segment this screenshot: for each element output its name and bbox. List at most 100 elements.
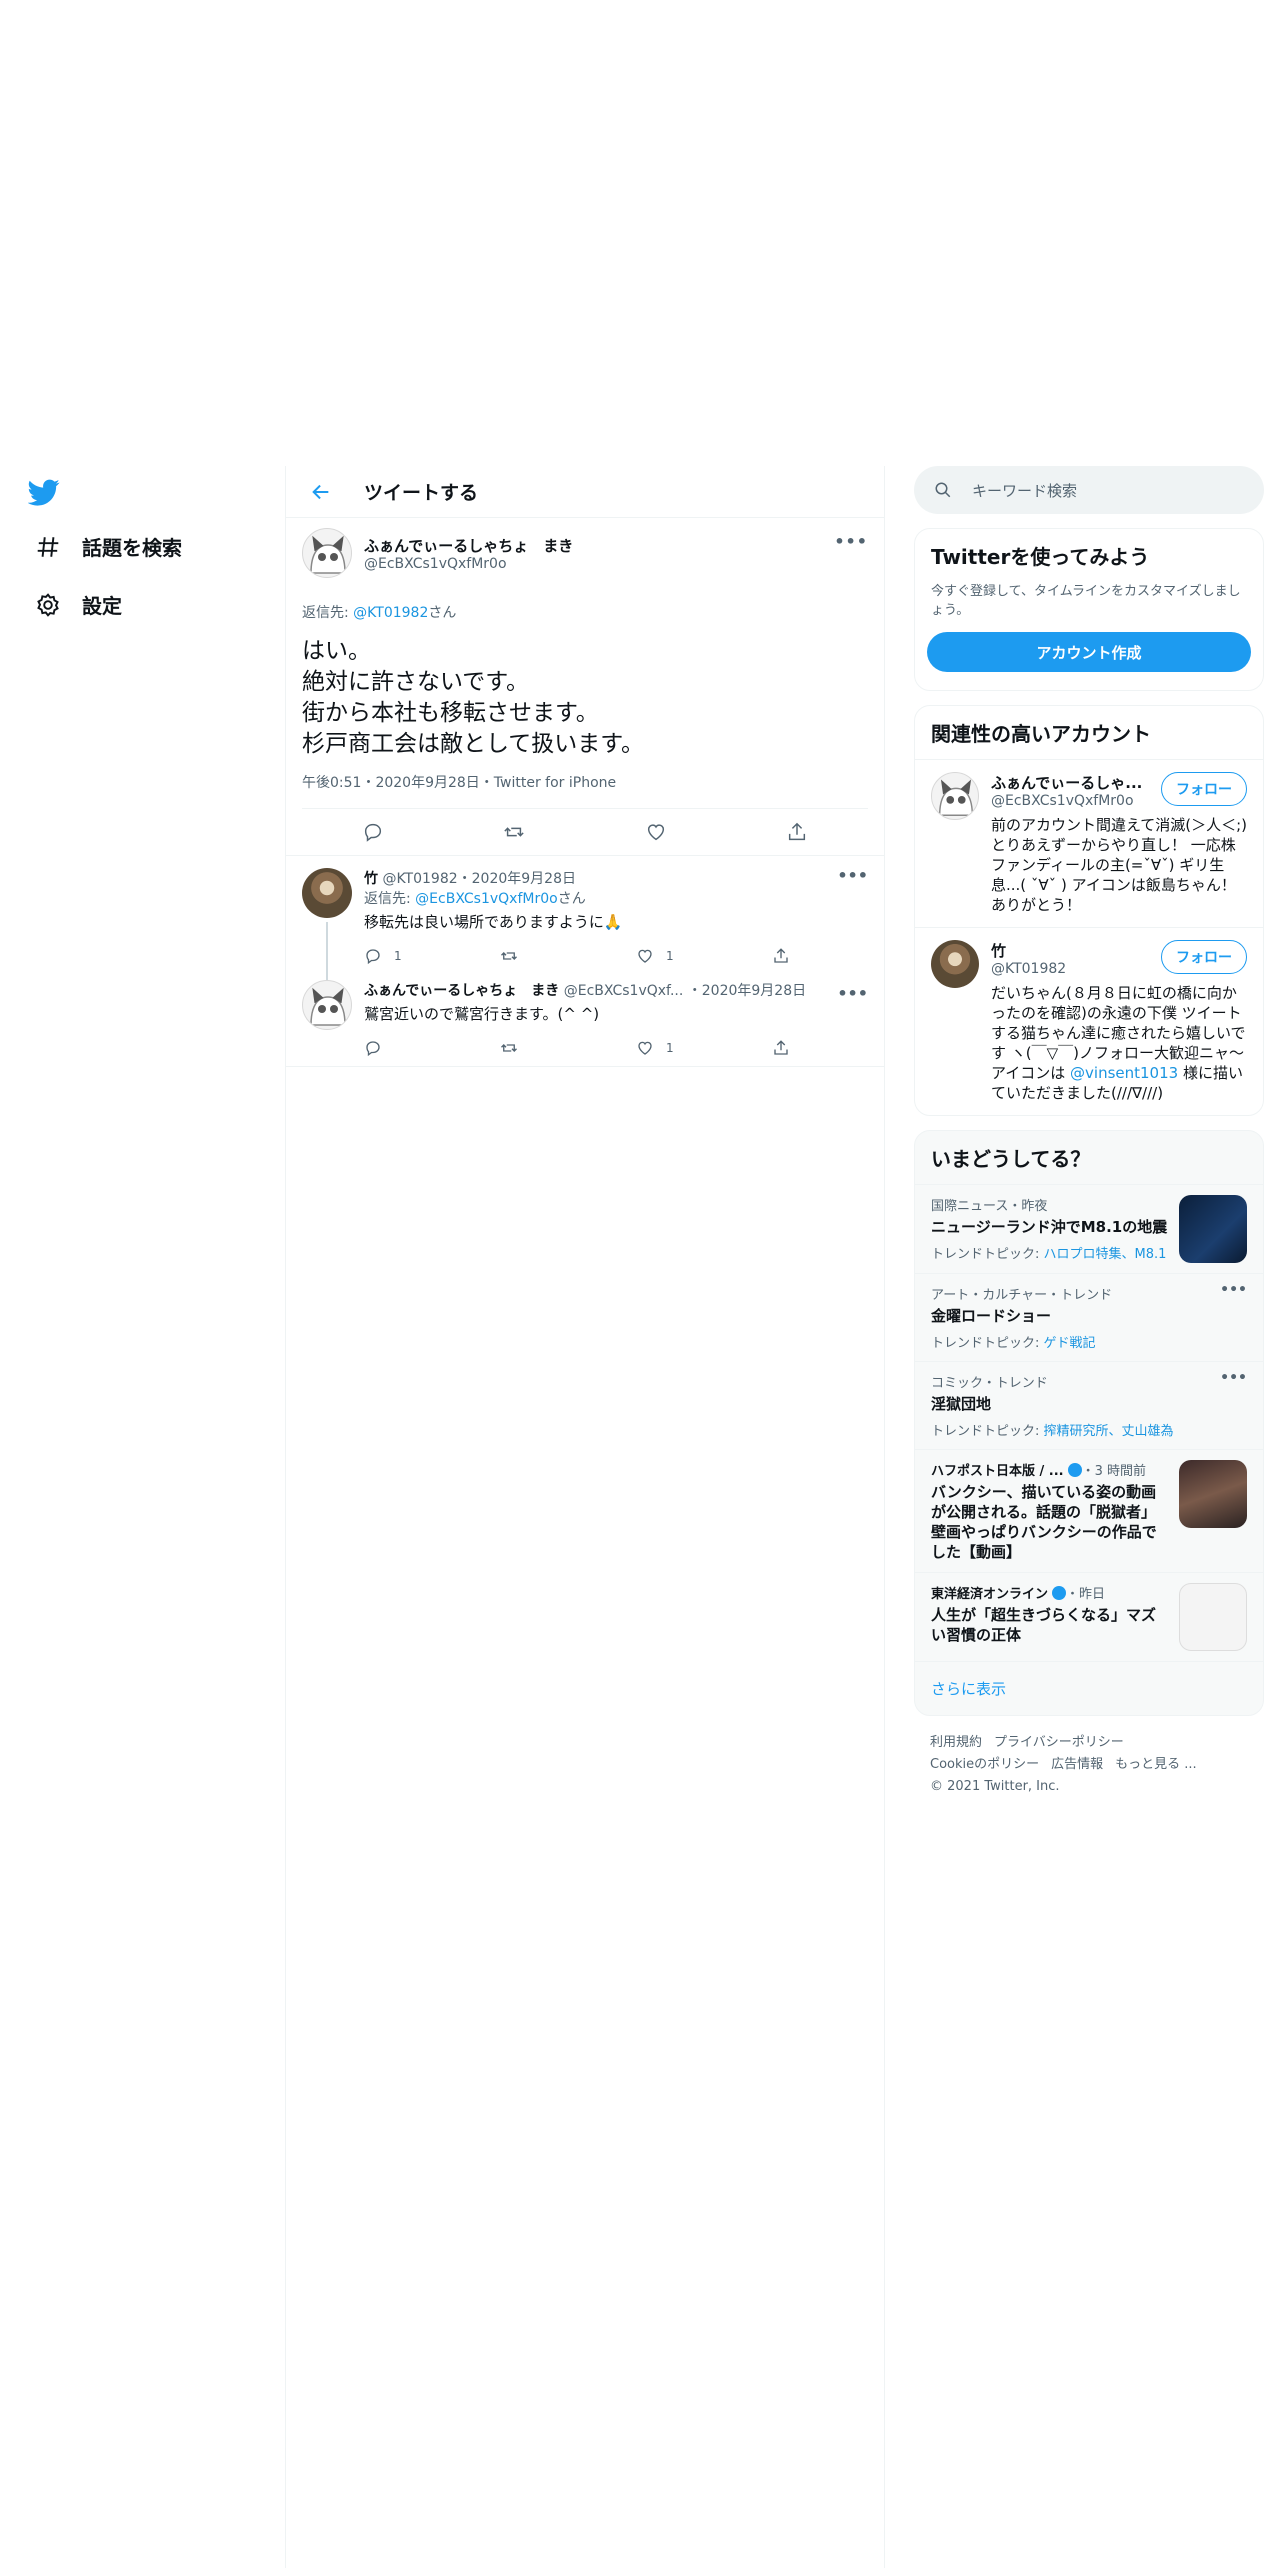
trend-image	[1179, 1583, 1247, 1651]
news-source: ハフポスト日本版 / ...	[931, 1464, 1064, 1479]
avatar[interactable]	[302, 980, 352, 1030]
like-icon	[638, 1041, 652, 1055]
cookie-link[interactable]: Cookieのポリシー	[930, 1757, 1039, 1772]
retweet-button[interactable]	[500, 947, 636, 965]
reply-tweet[interactable]: 竹 @KT01982・2020年9月28日 返信先: @EcBXCs1vQxfM…	[286, 856, 884, 1002]
like-icon[interactable]	[645, 821, 667, 843]
more-icon[interactable]: •••	[837, 984, 868, 1003]
tweet-actions: 1	[364, 1030, 908, 1066]
reply-icon[interactable]	[362, 821, 384, 843]
trend-item[interactable]: 東洋経済オンライン ・昨日 人生が「超生きづらくなる」マズい習慣の正体	[915, 1572, 1263, 1661]
trend-item[interactable]: 国際ニュース・昨夜 ニュージーランド沖でM8.1の地震 トレンドトピック: ハロ…	[915, 1184, 1263, 1273]
display-name[interactable]: ふぁんでぃーるしゃちょ まき	[364, 983, 559, 999]
reply-to-link[interactable]: @EcBXCs1vQxfMr0o	[415, 891, 558, 907]
retweet-button[interactable]	[500, 1039, 636, 1057]
news-time: ・昨日	[1066, 1587, 1106, 1602]
follow-button[interactable]: フォロー	[1161, 940, 1247, 974]
trend-topic-link[interactable]: ハロプロ特集、M8.1	[1044, 1247, 1167, 1262]
hashtag-icon	[34, 533, 62, 561]
share-icon[interactable]	[786, 821, 808, 843]
tweet-meta[interactable]: 午後0:51・2020年9月28日・Twitter for iPhone	[302, 772, 868, 809]
avatar[interactable]	[302, 528, 352, 578]
search-icon	[934, 481, 952, 499]
reply-button[interactable]	[364, 1039, 500, 1057]
show-more-link[interactable]: さらに表示	[915, 1661, 1263, 1715]
avatar[interactable]	[931, 940, 979, 988]
twitter-logo-icon[interactable]	[27, 476, 64, 510]
reply-suffix: さん	[557, 891, 586, 907]
verified-icon	[1052, 1586, 1067, 1600]
account-item[interactable]: 竹 @KT01982 だいちゃん(８月８日に虹の橋に向かったのを確認)の永遠の下…	[915, 927, 1263, 1115]
trend-item[interactable]: ハフポスト日本版 / ... ・3 時間前 バンクシー、描いている姿の動画が公開さ…	[915, 1449, 1263, 1572]
nav-settings[interactable]: 設定	[34, 590, 122, 619]
tweet-text: 鷲宮近いので鷲宮行きます。(^ ^)	[364, 1005, 600, 1023]
privacy-link[interactable]: プライバシーポリシー	[994, 1735, 1124, 1750]
back-arrow-icon[interactable]	[304, 475, 338, 509]
trend-sub: トレンドトピック: ハロプロ特集、M8.1	[931, 1243, 1169, 1262]
like-count: 1	[666, 949, 674, 963]
avatar[interactable]	[931, 772, 979, 820]
trend-sub-prefix: トレンドトピック:	[931, 1336, 1044, 1351]
share-button[interactable]	[772, 947, 908, 965]
reply-to-link[interactable]: @KT01982	[353, 605, 428, 621]
reply-context: 返信先: @EcBXCs1vQxfMr0oさん	[364, 888, 908, 908]
footer: 利用規約 プライバシーポリシー Cookieのポリシー 広告情報 もっと見る ... …	[914, 1716, 1264, 1814]
main-column: ツイートする ふぁんでぃーるしゃちょ まき @EcBXCs1vQxfMr0o •…	[285, 466, 885, 2568]
trend-item[interactable]: コミック・トレンド 淫獄団地 トレンドトピック: 搾精研究所、丈山雄為 •••	[915, 1361, 1263, 1449]
trend-meta: 東洋経済オンライン ・昨日	[931, 1583, 1169, 1602]
like-button[interactable]: 1	[636, 1039, 772, 1057]
display-name[interactable]: ふぁんでぃーるしゃちょ まき	[364, 535, 573, 556]
copyright: © 2021 Twitter, Inc.	[930, 1779, 1060, 1794]
share-button[interactable]	[772, 1039, 908, 1057]
trend-meta: ハフポスト日本版 / ... ・3 時間前	[931, 1460, 1169, 1479]
account-bio: だいちゃん(８月８日に虹の橋に向かったのを確認)の永遠の下僕 ツイートする猫ちゃ…	[991, 983, 1247, 1103]
username[interactable]: @EcBXCs1vQxf...	[564, 983, 684, 999]
news-time: ・3 時間前	[1081, 1464, 1147, 1479]
like-button[interactable]: 1	[636, 947, 772, 965]
retweet-icon	[501, 1044, 517, 1052]
trend-sub: トレンドトピック: 搾精研究所、丈山雄為	[931, 1420, 1247, 1439]
create-account-button[interactable]: アカウント作成	[927, 632, 1251, 672]
tweet-date[interactable]: ・2020年9月28日	[688, 983, 806, 999]
signup-title: Twitterを使ってみよう	[931, 545, 1150, 569]
trend-topic-link[interactable]: 搾精研究所、丈山雄為	[1044, 1424, 1174, 1439]
tweet-actions: 1 1	[364, 938, 908, 974]
retweet-icon[interactable]	[503, 821, 525, 843]
page-title: ツイートする	[364, 482, 479, 504]
display-name[interactable]: 竹	[364, 871, 378, 887]
nav-explore[interactable]: 話題を検索	[34, 532, 182, 561]
more-icon[interactable]: •••	[1220, 1370, 1247, 1386]
bio-mention-link[interactable]: @vinsent1013	[1070, 1064, 1178, 1082]
username[interactable]: @EcBXCs1vQxfMr0o	[364, 556, 573, 572]
search-bar[interactable]: キーワード検索	[914, 466, 1264, 514]
related-title: 関連性の高いアカウント	[931, 722, 1151, 746]
signup-text: 今すぐ登録して、タイムラインをカスタマイズしましょう。	[931, 584, 1241, 618]
news-source: 東洋経済オンライン	[931, 1587, 1049, 1602]
trend-topic-link[interactable]: ゲド戦記	[1044, 1336, 1096, 1351]
account-item[interactable]: ふぁんでぃーるしゃ... @EcBXCs1vQxfMr0o 前のアカウント間違え…	[915, 759, 1263, 927]
terms-link[interactable]: 利用規約	[930, 1735, 982, 1750]
ads-link[interactable]: 広告情報	[1051, 1757, 1103, 1772]
reply-prefix: 返信先:	[364, 891, 416, 907]
reply-tweet[interactable]: ふぁんでぃーるしゃちょ まき @EcBXCs1vQxf... ・2020年9月2…	[286, 974, 884, 1067]
main-tweet: ふぁんでぃーるしゃちょ まき @EcBXCs1vQxfMr0o ••• 返信先:…	[286, 518, 884, 856]
signup-card: Twitterを使ってみよう 今すぐ登録して、タイムラインをカスタマイズしましょ…	[914, 528, 1264, 691]
reply-count: 1	[394, 949, 402, 963]
tweet-actions	[302, 809, 868, 855]
more-link[interactable]: もっと見る ...	[1115, 1757, 1197, 1772]
trend-title: ニュージーランド沖でM8.1の地震	[931, 1218, 1168, 1236]
more-icon[interactable]: •••	[1220, 1282, 1247, 1298]
trend-item[interactable]: アート・カルチャー・トレンド 金曜ロードショー トレンドトピック: ゲド戦記 •…	[915, 1273, 1263, 1361]
more-icon[interactable]: •••	[834, 532, 868, 551]
reply-button[interactable]: 1	[364, 947, 500, 965]
follow-button[interactable]: フォロー	[1161, 772, 1247, 806]
trend-image	[1179, 1460, 1247, 1528]
trends-card: いまどうしてる？ 国際ニュース・昨夜 ニュージーランド沖でM8.1の地震 トレン…	[914, 1130, 1264, 1716]
like-icon	[638, 949, 652, 963]
more-icon[interactable]: •••	[837, 866, 868, 885]
avatar[interactable]	[302, 868, 352, 918]
search-input[interactable]: キーワード検索	[972, 480, 1077, 501]
trend-sub-prefix: トレンドトピック:	[931, 1424, 1044, 1439]
username-date[interactable]: @KT01982・2020年9月28日	[382, 871, 576, 887]
page: 話題を検索 設定 ツイートする ふぁんでぃーるしゃちょ まき @EcBXCs1v…	[0, 0, 1284, 2568]
